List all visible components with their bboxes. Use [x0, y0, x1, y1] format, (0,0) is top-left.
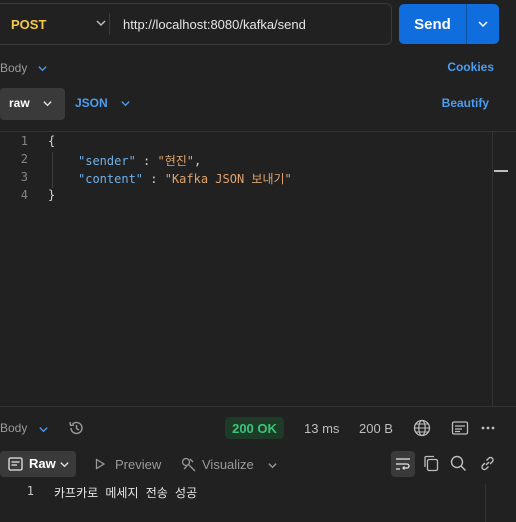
editor-scrollbar[interactable]	[492, 132, 493, 406]
request-body-editor[interactable]: 1 { 2 "sender" : "현진", 3 "content" : "Ka…	[0, 132, 492, 406]
editor-line: 4 }	[0, 188, 490, 206]
history-icon[interactable]	[67, 419, 85, 437]
visualize-icon	[181, 457, 196, 471]
line-number: 3	[20, 170, 28, 184]
body-mode-select[interactable]: raw	[0, 88, 65, 120]
code-text: {	[48, 134, 56, 148]
url-input[interactable]: http://localhost:8080/kafka/send	[123, 4, 306, 44]
divider	[0, 406, 516, 407]
line-number: 2	[20, 152, 28, 166]
line-number: 1	[20, 134, 28, 148]
link-icon[interactable]	[479, 455, 496, 472]
chevron-down-icon	[60, 462, 69, 468]
send-button[interactable]: Send	[399, 4, 466, 44]
line-number: 4	[20, 188, 28, 202]
json-key: "content"	[78, 172, 144, 186]
json-key: "sender"	[78, 154, 136, 168]
body-mode-label: raw	[9, 96, 30, 110]
json-string: "Kafka JSON 보내기"	[164, 172, 292, 186]
visualize-label: Visualize	[202, 456, 254, 472]
cookies-link[interactable]: Cookies	[447, 60, 494, 74]
chevron-down-icon	[478, 21, 488, 28]
chevron-down-icon[interactable]	[38, 424, 49, 435]
more-icon[interactable]	[480, 420, 496, 436]
method-divider	[109, 13, 110, 35]
response-size[interactable]: 200 B	[359, 421, 393, 436]
raw-lines-icon	[8, 457, 23, 471]
json-string: "현진"	[157, 154, 195, 168]
request-body-tab[interactable]: Body	[0, 60, 48, 76]
line-number: 1	[26, 484, 34, 498]
code-text: }	[48, 188, 56, 202]
chevron-down-icon	[43, 101, 52, 107]
editor-line: 1 {	[0, 134, 490, 152]
status-badge[interactable]: 200 OK	[225, 417, 284, 439]
globe-icon[interactable]	[413, 419, 431, 437]
beautify-button[interactable]: Beautify	[442, 96, 489, 110]
chevron-down-icon	[121, 101, 130, 107]
copy-icon[interactable]	[423, 455, 439, 472]
wrap-icon	[396, 458, 410, 470]
preview-button[interactable]: Preview	[94, 451, 161, 477]
chevron-down-icon	[96, 20, 106, 27]
response-body-tab[interactable]: Body	[0, 421, 27, 435]
url-text: http://localhost:8080/kafka/send	[123, 16, 306, 32]
request-body-label: Body	[0, 61, 28, 75]
play-icon	[95, 458, 106, 470]
code-text: "content" : "Kafka JSON 보내기"	[78, 170, 292, 187]
response-mode-select[interactable]: Raw	[0, 451, 76, 477]
wrap-lines-button[interactable]	[391, 451, 415, 477]
send-button-group: Send	[399, 4, 499, 44]
save-example-icon[interactable]	[451, 420, 469, 436]
json-comma: ,	[194, 154, 202, 168]
method-label: POST	[11, 16, 47, 32]
editor-line: 2 "sender" : "현진",	[0, 152, 490, 170]
editor-line: 3 "content" : "Kafka JSON 보내기"	[0, 170, 490, 188]
response-time[interactable]: 13 ms	[304, 421, 339, 436]
response-scrollbar[interactable]	[485, 484, 486, 522]
scrollbar-thumb[interactable]	[494, 170, 508, 172]
chevron-down-icon	[38, 65, 48, 71]
request-bar: POST http://localhost:8080/kafka/send	[0, 3, 392, 45]
search-icon[interactable]	[450, 455, 467, 472]
chevron-down-icon[interactable]	[267, 460, 278, 471]
code-text: "sender" : "현진",	[78, 152, 201, 169]
json-separator: :	[135, 154, 158, 168]
send-options-button[interactable]	[467, 4, 499, 44]
method-select[interactable]: POST	[11, 4, 106, 44]
response-text: 카프카로 메세지 전송 성공	[54, 486, 198, 500]
visualize-button[interactable]: Visualize	[180, 451, 254, 477]
response-mode-label: Raw	[29, 456, 56, 471]
json-separator: :	[143, 172, 165, 186]
body-format-select[interactable]: JSON	[75, 96, 108, 110]
preview-label: Preview	[115, 456, 162, 472]
response-line: 1 카프카로 메세지 전송 성공	[0, 484, 480, 502]
